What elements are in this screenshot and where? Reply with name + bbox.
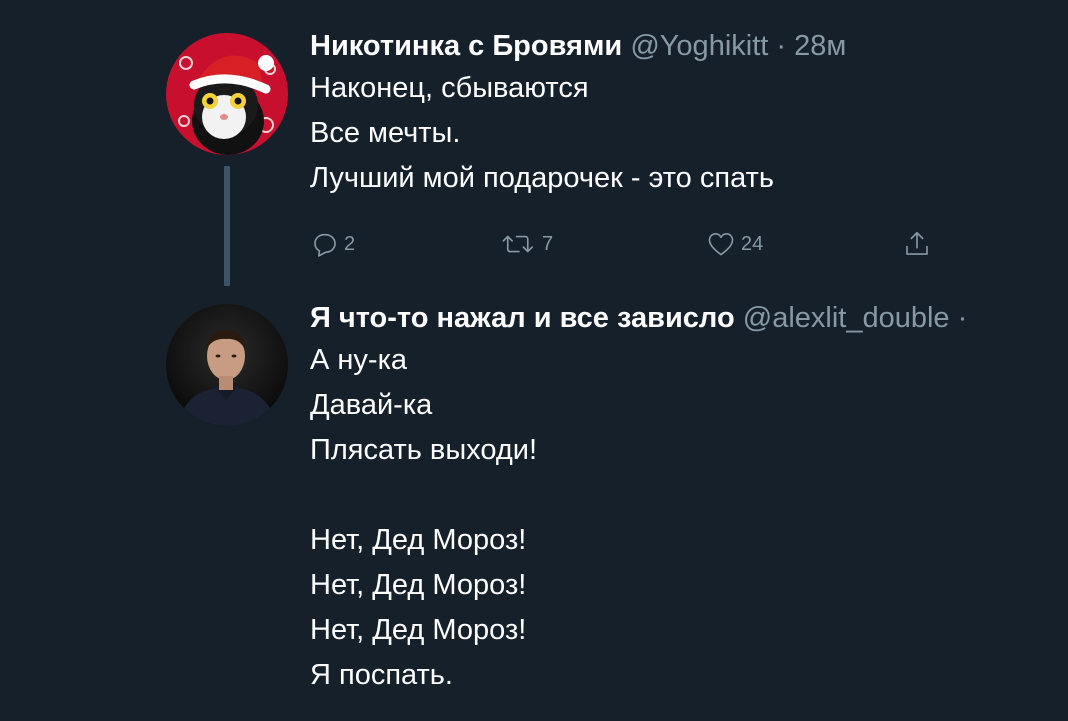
display-name[interactable]: Никотинка с Бровями xyxy=(310,30,622,62)
tweet-text-line: Наконец, сбываются xyxy=(310,72,589,104)
avatar-yoghikitt[interactable] xyxy=(166,33,288,155)
tweet[interactable]: Никотинка с Бровями @Yoghikitt · 28м Нак… xyxy=(310,26,1068,201)
separator-dot: · xyxy=(776,30,787,62)
tweet-actions: 2 7 24 xyxy=(310,224,950,264)
tweet-text-line: Нет, Дед Мороз! xyxy=(310,569,527,601)
tweet-header: Никотинка с Бровями @Yoghikitt · 28м xyxy=(310,26,1068,66)
display-name[interactable]: Я что-то нажал и все зависло xyxy=(310,302,735,334)
heart-icon xyxy=(708,232,734,256)
share-icon xyxy=(906,231,928,255)
tweet-text-line: Нет, Дед Мороз! xyxy=(310,524,527,556)
retweet-button[interactable]: 7 xyxy=(500,224,553,264)
separator-dot: · xyxy=(957,302,968,334)
tweet-timestamp[interactable]: 28м xyxy=(794,30,846,62)
reply-count: 2 xyxy=(344,232,356,255)
avatar-alexlit-double[interactable] xyxy=(166,304,288,426)
tweet-text-line: Все мечты. xyxy=(310,117,461,149)
user-handle[interactable]: @Yoghikitt xyxy=(630,30,768,62)
tweet-text-line: Плясать выходи! xyxy=(310,434,538,466)
tweet-text-line: Давай-ка xyxy=(310,389,433,421)
retweet-count: 7 xyxy=(542,232,554,255)
tweet-text-line: Нет, Дед Мороз! xyxy=(310,614,527,646)
tweet-text-line xyxy=(310,473,1068,518)
retweet-icon xyxy=(502,235,533,253)
thread-connector-line xyxy=(224,166,230,286)
user-handle[interactable]: @alexlit_double xyxy=(743,302,950,334)
reply-icon xyxy=(314,233,336,257)
tweet-text-line: А ну-ка xyxy=(310,344,408,376)
like-count: 24 xyxy=(741,232,764,255)
tweet-header: Я что-то нажал и все зависло @alexlit_do… xyxy=(310,298,1068,338)
like-button[interactable]: 24 xyxy=(705,224,763,264)
tweet-text-line: Я поспать. xyxy=(310,659,453,691)
tweet-text-line: Лучший мой подарочек - это спать xyxy=(310,162,774,194)
tweet[interactable]: Я что-то нажал и все зависло @alexlit_do… xyxy=(310,298,1068,698)
reply-button[interactable]: 2 xyxy=(310,224,355,264)
share-button[interactable] xyxy=(902,224,932,264)
